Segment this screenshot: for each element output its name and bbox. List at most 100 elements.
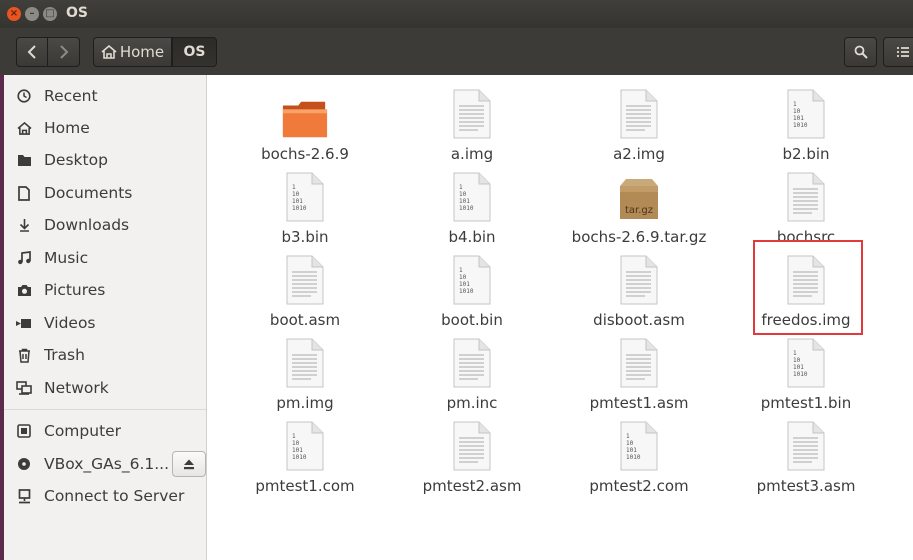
svg-text:1010: 1010 — [292, 205, 307, 212]
sidebar-item-documents[interactable]: Documents — [4, 178, 206, 208]
file-name: bochs-2.6.9.tar.gz — [571, 228, 707, 246]
sidebar-item-label: Connect to Server — [44, 487, 185, 505]
highlight-box — [753, 240, 863, 335]
svg-text:101: 101 — [626, 447, 637, 454]
binary-file-icon: 1 10 101 1010 — [448, 172, 496, 228]
file-item[interactable]: disboot.asm — [559, 249, 719, 329]
svg-text:101: 101 — [292, 447, 303, 454]
file-item[interactable]: bochsrc — [726, 166, 886, 246]
svg-text:10: 10 — [459, 274, 467, 281]
binary-file-icon: 1 10 101 1010 — [615, 421, 663, 477]
binary-file-icon: 1 10 101 1010 — [281, 421, 329, 477]
svg-text:1010: 1010 — [292, 454, 307, 461]
file-item[interactable]: a.img — [392, 83, 552, 163]
file-name: boot.asm — [269, 311, 341, 329]
sidebar-item-label: VBox_GAs_6.1... — [44, 455, 170, 473]
sidebar-item-connect-to-server[interactable]: Connect to Server — [4, 481, 206, 511]
forward-button[interactable] — [47, 37, 80, 67]
file-name: pmtest1.com — [255, 477, 355, 495]
search-button[interactable] — [844, 37, 877, 67]
sidebar-item-label: Downloads — [44, 216, 130, 234]
file-item[interactable]: 1 10 101 1010 pmtest1.bin — [726, 332, 886, 412]
download-icon — [4, 218, 44, 232]
clock-icon — [4, 89, 44, 103]
file-name: pmtest1.bin — [760, 394, 852, 412]
file-item[interactable]: pmtest1.asm — [559, 332, 719, 412]
file-item[interactable]: 1 10 101 1010 pmtest1.com — [225, 415, 385, 495]
svg-text:10: 10 — [793, 357, 801, 364]
file-item[interactable]: pmtest2.asm — [392, 415, 552, 495]
svg-text:10: 10 — [459, 191, 467, 198]
breadcrumb-os[interactable]: OS — [172, 37, 217, 67]
sidebar-item-label: Recent — [44, 87, 98, 105]
file-name: pmtest2.com — [589, 477, 689, 495]
text-file-icon — [448, 89, 496, 145]
svg-text:1: 1 — [459, 184, 463, 191]
minimize-window-button[interactable]: – — [25, 7, 39, 21]
file-item[interactable]: 1 10 101 1010 pmtest2.com — [559, 415, 719, 495]
file-item[interactable]: pmtest3.asm — [726, 415, 886, 495]
eject-button[interactable] — [172, 451, 206, 477]
file-name: a.img — [450, 145, 494, 163]
text-file-icon — [782, 172, 830, 228]
file-name: a2.img — [613, 145, 665, 163]
file-item[interactable]: tar.gz bochs-2.6.9.tar.gz — [559, 166, 719, 246]
maximize-window-button[interactable]: □ — [43, 7, 57, 21]
sidebar-item-music[interactable]: Music — [4, 243, 206, 273]
file-item[interactable]: a2.img — [559, 83, 719, 163]
file-name: b3.bin — [281, 228, 329, 246]
text-file-icon — [615, 255, 663, 311]
file-item[interactable]: pm.inc — [392, 332, 552, 412]
file-item[interactable]: pm.img — [225, 332, 385, 412]
svg-text:1: 1 — [793, 101, 797, 108]
breadcrumb-os-label: OS — [183, 44, 206, 60]
file-name: pm.img — [276, 394, 334, 412]
svg-text:10: 10 — [292, 191, 300, 198]
close-window-button[interactable]: × — [7, 7, 21, 21]
toolbar: Home OS — [0, 28, 913, 76]
svg-text:1010: 1010 — [626, 454, 641, 461]
file-name: pmtest1.asm — [589, 394, 689, 412]
sidebar-item-downloads[interactable]: Downloads — [4, 210, 206, 240]
sidebar-item-computer[interactable]: Computer — [4, 416, 206, 446]
svg-text:1: 1 — [292, 184, 296, 191]
network-icon — [4, 381, 44, 395]
list-view-icon — [897, 47, 909, 57]
home-icon — [4, 121, 44, 135]
file-item[interactable]: 1 10 101 1010 boot.bin — [392, 249, 552, 329]
trash-icon — [4, 348, 44, 363]
sidebar-item-label: Music — [44, 249, 89, 267]
sidebar-item-desktop[interactable]: Desktop — [4, 145, 206, 175]
file-item[interactable]: bochs-2.6.9 — [225, 83, 385, 163]
chevron-right-icon — [59, 45, 68, 59]
file-name: pm.inc — [446, 394, 498, 412]
file-item[interactable]: boot.asm — [225, 249, 385, 329]
sidebar-item-recent[interactable]: Recent — [4, 81, 206, 111]
search-icon — [854, 45, 868, 59]
text-file-icon — [281, 338, 329, 394]
sidebar-item-label: Videos — [44, 314, 96, 332]
svg-text:10: 10 — [626, 440, 634, 447]
sidebar-item-network[interactable]: Network — [4, 373, 206, 403]
sidebar-item-home[interactable]: Home — [4, 113, 206, 143]
sidebar-item-pictures[interactable]: Pictures — [4, 275, 206, 305]
view-toggle-button[interactable] — [883, 37, 913, 67]
svg-text:1010: 1010 — [793, 122, 808, 129]
file-item[interactable]: 1 10 101 1010 b4.bin — [392, 166, 552, 246]
binary-file-icon: 1 10 101 1010 — [782, 338, 830, 394]
sidebar-item-videos[interactable]: Videos — [4, 308, 206, 338]
file-item[interactable]: 1 10 101 1010 b2.bin — [726, 83, 886, 163]
file-item[interactable]: 1 10 101 1010 b3.bin — [225, 166, 385, 246]
back-button[interactable] — [16, 37, 48, 67]
svg-text:tar.gz: tar.gz — [625, 205, 653, 216]
sidebar-item-label: Pictures — [44, 281, 106, 299]
breadcrumb-home[interactable]: Home — [93, 37, 172, 67]
video-icon — [4, 318, 44, 329]
title-bar: × – □ OS — [0, 0, 913, 28]
file-name: pmtest2.asm — [422, 477, 522, 495]
svg-text:1: 1 — [459, 267, 463, 274]
binary-file-icon: 1 10 101 1010 — [448, 255, 496, 311]
svg-text:1: 1 — [292, 433, 296, 440]
sidebar-item-trash[interactable]: Trash — [4, 340, 206, 370]
svg-text:101: 101 — [793, 115, 804, 122]
